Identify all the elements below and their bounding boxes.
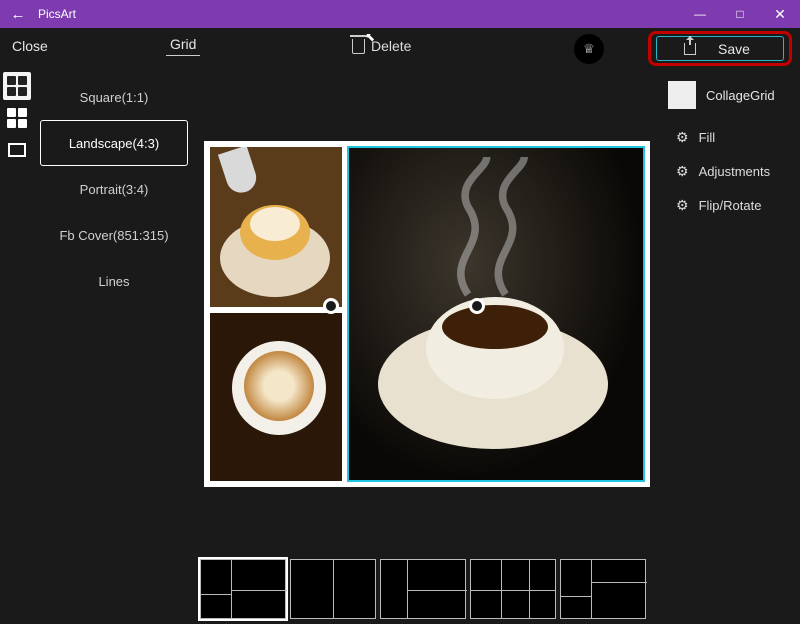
share-icon xyxy=(684,43,696,55)
layout-thumb-3[interactable] xyxy=(380,559,466,619)
layout-thumb-5[interactable] xyxy=(560,559,646,619)
grid-icon xyxy=(7,108,27,128)
delete-label: Delete xyxy=(371,38,411,54)
collage-cell-2[interactable] xyxy=(210,313,342,481)
save-label: Save xyxy=(718,41,750,57)
layout-thumbnail-strip xyxy=(200,556,656,622)
delete-button[interactable]: Delete xyxy=(352,38,411,54)
ratio-fbcover[interactable]: Fb Cover(851:315) xyxy=(40,212,188,258)
ratio-lines[interactable]: Lines xyxy=(40,258,188,304)
layout-thumb-4[interactable] xyxy=(470,559,556,619)
panel-fill[interactable]: ⚙ Fill xyxy=(662,120,800,154)
close-button[interactable]: Close xyxy=(12,38,48,54)
ratio-landscape[interactable]: Landscape(4:3) xyxy=(40,120,188,166)
save-highlight: Save xyxy=(648,31,792,66)
layout-thumb-1[interactable] xyxy=(200,559,286,619)
canvas-area xyxy=(194,68,662,624)
grid-type-frame[interactable] xyxy=(3,136,31,164)
collage-cell-1[interactable] xyxy=(210,147,342,307)
grid-icon xyxy=(7,76,27,96)
save-button[interactable]: Save xyxy=(656,36,784,61)
layout-thumb-2[interactable] xyxy=(290,559,376,619)
grid-type-alt[interactable] xyxy=(3,104,31,132)
ratio-square[interactable]: Square(1:1) xyxy=(40,74,188,120)
steam-graphic xyxy=(428,157,558,307)
grid-type-basic[interactable] xyxy=(3,72,31,100)
panel-adjustments-label: Adjustments xyxy=(699,164,771,179)
grid-divider-handle[interactable] xyxy=(323,298,339,314)
gear-icon: ⚙ xyxy=(676,163,689,180)
collage-mode-chip[interactable]: CollageGrid xyxy=(668,80,794,110)
collage-cell-3-selected[interactable] xyxy=(348,147,644,481)
frame-icon xyxy=(8,143,26,157)
panel-fliprotate-label: Flip/Rotate xyxy=(699,198,762,213)
panel-adjustments[interactable]: ⚙ Adjustments xyxy=(662,154,800,188)
grid-divider-handle[interactable] xyxy=(469,298,485,314)
mode-label: CollageGrid xyxy=(706,88,775,103)
grid-type-icon-column xyxy=(0,68,34,624)
title-bar: ← PicsArt ― □ ✕ xyxy=(0,0,800,28)
crown-icon: ♕ xyxy=(583,41,595,57)
back-icon[interactable]: ← xyxy=(0,6,36,23)
trash-icon xyxy=(352,39,365,54)
right-panel: CollageGrid ⚙ Fill ⚙ Adjustments ⚙ Flip/… xyxy=(662,68,800,624)
mode-swatch xyxy=(668,81,696,109)
app-title: PicsArt xyxy=(36,7,76,21)
aspect-ratio-list: Square(1:1) Landscape(4:3) Portrait(3:4)… xyxy=(34,68,194,624)
minimize-button[interactable]: ― xyxy=(680,0,720,28)
premium-crown-button[interactable]: ♕ xyxy=(574,34,604,64)
grid-mode-label[interactable]: Grid xyxy=(166,36,200,56)
maximize-button[interactable]: □ xyxy=(720,0,760,28)
gear-icon: ⚙ xyxy=(676,129,689,146)
top-toolbar: Close Grid ⬉ Delete ♕ Save xyxy=(0,28,800,68)
window-close-button[interactable]: ✕ xyxy=(760,0,800,28)
panel-fill-label: Fill xyxy=(699,130,716,145)
collage-frame[interactable] xyxy=(204,141,650,487)
gear-icon: ⚙ xyxy=(676,197,689,214)
ratio-portrait[interactable]: Portrait(3:4) xyxy=(40,166,188,212)
panel-fliprotate[interactable]: ⚙ Flip/Rotate xyxy=(662,188,800,222)
